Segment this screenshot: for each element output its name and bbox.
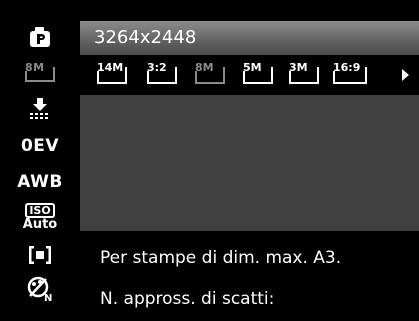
sidebar-item-color[interactable]: N — [0, 272, 80, 306]
option-3-2[interactable]: 3:2 — [144, 62, 180, 88]
color-mode-icon: N — [27, 276, 52, 302]
sidebar-item-quality[interactable] — [0, 92, 80, 126]
resolution-frame-icon — [97, 67, 127, 84]
sidebar-item-program-mode[interactable] — [0, 20, 80, 54]
option-8m[interactable]: 8M — [192, 62, 228, 88]
resolution-8m-icon: 8M — [23, 62, 57, 84]
sidebar-item-white-balance[interactable]: AWB — [0, 165, 80, 199]
info-print-size: Per stampe di dim. max. A3. — [100, 248, 342, 268]
sidebar-item-resolution[interactable]: 8M — [0, 56, 80, 90]
option-5m[interactable]: 5M — [240, 62, 276, 88]
option-14m[interactable]: 14M — [94, 62, 130, 88]
info-shots-remaining: N. appross. di scatti: — [100, 289, 275, 309]
sidebar-item-metering[interactable] — [0, 238, 80, 272]
svg-text:N: N — [44, 293, 52, 302]
quality-stars-icon — [30, 98, 48, 119]
resolution-panel: 3264x2448 14M 3:2 8M 5M 3M 16:9 Per stam… — [80, 21, 419, 321]
resolution-frame-icon — [333, 67, 367, 84]
right-arrow-icon[interactable] — [402, 69, 409, 81]
metering-icon — [29, 246, 51, 264]
iso-label: ISO — [25, 203, 55, 218]
resolution-frame-icon — [195, 67, 225, 84]
iso-value: Auto — [22, 217, 58, 232]
exposure-label: 0EV — [20, 136, 60, 156]
resolution-frame-icon — [243, 67, 273, 84]
camera-p-icon — [30, 27, 50, 47]
resolution-frame-icon — [147, 67, 177, 84]
sidebar: 8M 0EV AWB ISO Auto N — [0, 0, 80, 321]
option-16-9[interactable]: 16:9 — [330, 62, 370, 88]
sidebar-item-iso[interactable]: ISO Auto — [0, 200, 80, 234]
resolution-options: 14M 3:2 8M 5M 3M 16:9 — [80, 55, 419, 95]
sidebar-item-exposure[interactable]: 0EV — [0, 129, 80, 163]
white-balance-label: AWB — [17, 172, 63, 192]
info-box: Per stampe di dim. max. A3. N. appross. … — [80, 231, 419, 321]
option-3m[interactable]: 3M — [286, 62, 322, 88]
camera-menu-screen: 8M 0EV AWB ISO Auto N 3264x2448 14M 3:2 … — [0, 0, 419, 321]
selected-resolution: 3264x2448 — [80, 21, 419, 55]
resolution-frame-icon — [289, 67, 319, 84]
